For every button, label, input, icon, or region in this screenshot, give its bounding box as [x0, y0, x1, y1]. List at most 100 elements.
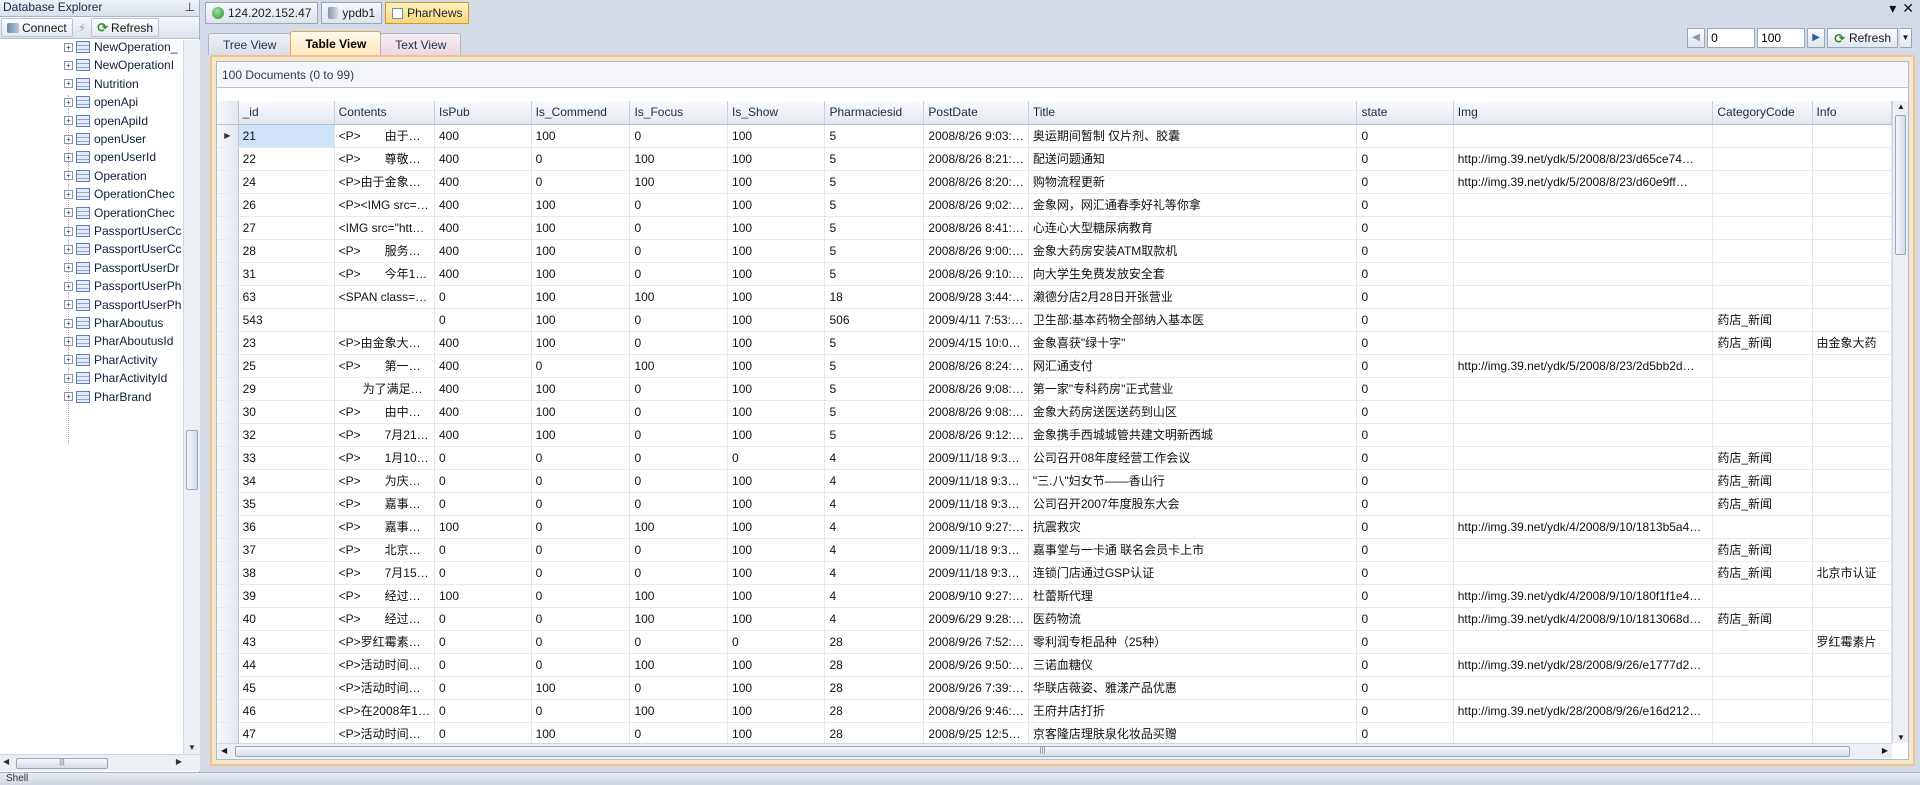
- table-row[interactable]: 39 <P> 经过… 100 0 100 100 4 2008/9/10 9:27:… 杜蕾斯代…: [217, 584, 1892, 608]
- table-cell[interactable]: 2008/9/10 9:27:…: [923, 584, 1029, 608]
- tree-item[interactable]: + PassportUserCc: [64, 240, 181, 258]
- column-header[interactable]: Title: [1028, 101, 1358, 125]
- explorer-horizontal-scrollbar[interactable]: ◀ ||| ▶: [0, 754, 200, 771]
- table-cell[interactable]: [1812, 239, 1892, 263]
- table-cell[interactable]: 22: [238, 147, 335, 171]
- table-cell[interactable]: "三.八"妇女节——香山行: [1028, 469, 1358, 493]
- table-cell[interactable]: 2008/8/26 9:10:…: [923, 262, 1029, 286]
- table-cell[interactable]: 0: [531, 469, 631, 493]
- table-cell[interactable]: 0: [629, 630, 729, 654]
- table-cell[interactable]: 0: [1356, 561, 1454, 585]
- table-cell[interactable]: 4: [824, 561, 925, 585]
- tree-item[interactable]: + Nutrition: [64, 75, 139, 93]
- table-cell[interactable]: 400: [434, 354, 532, 378]
- tree-item[interactable]: + PharAboutusId: [64, 332, 173, 350]
- table-cell[interactable]: <P> 经过…: [334, 607, 435, 631]
- table-cell[interactable]: 43: [238, 630, 335, 654]
- table-cell[interactable]: [1453, 308, 1714, 332]
- table-cell[interactable]: <P> 由中…: [334, 400, 435, 424]
- table-row[interactable]: 34 <P> 为庆… 0 0 0 100 4 2009/11/18 9:3… "三.八"妇女节—…: [217, 469, 1892, 493]
- table-cell[interactable]: 100: [629, 653, 729, 677]
- table-cell[interactable]: 配送问题通知: [1028, 147, 1358, 171]
- table-cell[interactable]: 2008/8/26 9:08:…: [923, 400, 1029, 424]
- table-cell[interactable]: 杜蕾斯代理: [1028, 584, 1358, 608]
- row-selector[interactable]: [217, 676, 239, 700]
- table-cell[interactable]: 0: [531, 492, 631, 516]
- table-cell[interactable]: 心连心大型糖尿病教育: [1028, 216, 1358, 240]
- table-cell[interactable]: 39: [238, 584, 335, 608]
- scroll-down-icon[interactable]: ▼: [188, 743, 196, 752]
- table-cell[interactable]: [1453, 331, 1714, 355]
- table-cell[interactable]: 为了满足…: [334, 377, 435, 401]
- table-cell[interactable]: <P>活动时间…: [334, 653, 435, 677]
- table-cell[interactable]: 100: [727, 377, 826, 401]
- table-cell[interactable]: 100: [727, 722, 826, 743]
- table-cell[interactable]: 向大学生免费发放安全套: [1028, 262, 1358, 286]
- grid-vertical-scrollbar[interactable]: ▲ ▼: [1892, 101, 1908, 743]
- expand-icon[interactable]: +: [64, 134, 73, 144]
- tree-item[interactable]: + Operation: [64, 167, 147, 185]
- table-cell[interactable]: 0: [434, 561, 532, 585]
- row-selector[interactable]: [217, 331, 239, 355]
- tree-item[interactable]: + PassportUserPh: [64, 277, 181, 295]
- column-header[interactable]: _id: [238, 101, 335, 125]
- table-cell[interactable]: 100: [629, 170, 729, 194]
- row-selector[interactable]: [217, 193, 239, 217]
- table-cell[interactable]: <P> 为庆…: [334, 469, 435, 493]
- table-cell[interactable]: 400: [434, 262, 532, 286]
- table-cell[interactable]: 100: [727, 423, 826, 447]
- table-cell[interactable]: [1453, 124, 1714, 148]
- row-selector[interactable]: [217, 170, 239, 194]
- row-selector[interactable]: [217, 630, 239, 654]
- table-cell[interactable]: 47: [238, 722, 335, 743]
- table-cell[interactable]: <P> 今年1…: [334, 262, 435, 286]
- table-cell[interactable]: 零利润专柜品种（25种）: [1028, 630, 1358, 654]
- table-cell[interactable]: [1812, 492, 1892, 516]
- table-cell[interactable]: 28: [824, 676, 925, 700]
- table-cell[interactable]: [1812, 469, 1892, 493]
- table-cell[interactable]: 400: [434, 400, 532, 424]
- tree-item[interactable]: + PassportUserPh: [64, 296, 181, 314]
- expand-icon[interactable]: +: [64, 392, 73, 402]
- table-row[interactable]: 35 <P> 嘉事… 0 0 0 100 4 2009/11/18 9:3… 公司召开2007年…: [217, 492, 1892, 516]
- table-cell[interactable]: 23: [238, 331, 335, 355]
- tree-item[interactable]: + PassportUserCc: [64, 222, 181, 240]
- next-page-icon[interactable]: ▶: [1807, 28, 1826, 48]
- table-cell[interactable]: 0: [629, 492, 729, 516]
- table-cell[interactable]: [1453, 239, 1714, 263]
- row-selector[interactable]: ▶: [217, 124, 239, 148]
- table-cell[interactable]: 0: [1356, 377, 1454, 401]
- table-cell[interactable]: 0: [531, 607, 631, 631]
- table-cell[interactable]: 金象喜获"绿十字": [1028, 331, 1358, 355]
- table-cell[interactable]: 100: [531, 377, 631, 401]
- table-cell[interactable]: 公司召开2007年度股东大会: [1028, 492, 1358, 516]
- table-cell[interactable]: 100: [629, 515, 729, 539]
- table-cell[interactable]: 0: [629, 561, 729, 585]
- table-cell[interactable]: 2009/11/18 9:3…: [923, 492, 1029, 516]
- table-cell[interactable]: 0: [1356, 262, 1454, 286]
- table-cell[interactable]: 100: [629, 285, 729, 309]
- row-selector[interactable]: [217, 239, 239, 263]
- table-cell[interactable]: 0: [531, 147, 631, 171]
- table-cell[interactable]: 5: [824, 239, 925, 263]
- table-cell[interactable]: 2008/9/28 3:44:…: [923, 285, 1029, 309]
- table-cell[interactable]: 100: [727, 331, 826, 355]
- table-cell[interactable]: 2008/9/26 7:39:…: [923, 676, 1029, 700]
- table-cell[interactable]: 29: [238, 377, 335, 401]
- tree-item[interactable]: + openApi: [64, 93, 138, 111]
- table-cell[interactable]: 100: [531, 124, 631, 148]
- table-cell[interactable]: 药店_新闻: [1712, 446, 1813, 470]
- row-selector[interactable]: [217, 699, 239, 723]
- table-cell[interactable]: 100: [727, 308, 826, 332]
- row-selector[interactable]: [217, 607, 239, 631]
- table-cell[interactable]: <P> 7月21…: [334, 423, 435, 447]
- row-selector[interactable]: [217, 584, 239, 608]
- row-selector[interactable]: [217, 147, 239, 171]
- table-cell[interactable]: 100: [727, 699, 826, 723]
- table-row[interactable]: 47 <P>活动时间… 0 100 0 100 28 2008/9/25 12:5… 京客隆店理…: [217, 722, 1892, 743]
- table-cell[interactable]: 100: [629, 584, 729, 608]
- table-cell[interactable]: 0: [1356, 239, 1454, 263]
- table-cell[interactable]: 400: [434, 170, 532, 194]
- table-cell[interactable]: 0: [531, 354, 631, 378]
- table-cell[interactable]: 400: [434, 193, 532, 217]
